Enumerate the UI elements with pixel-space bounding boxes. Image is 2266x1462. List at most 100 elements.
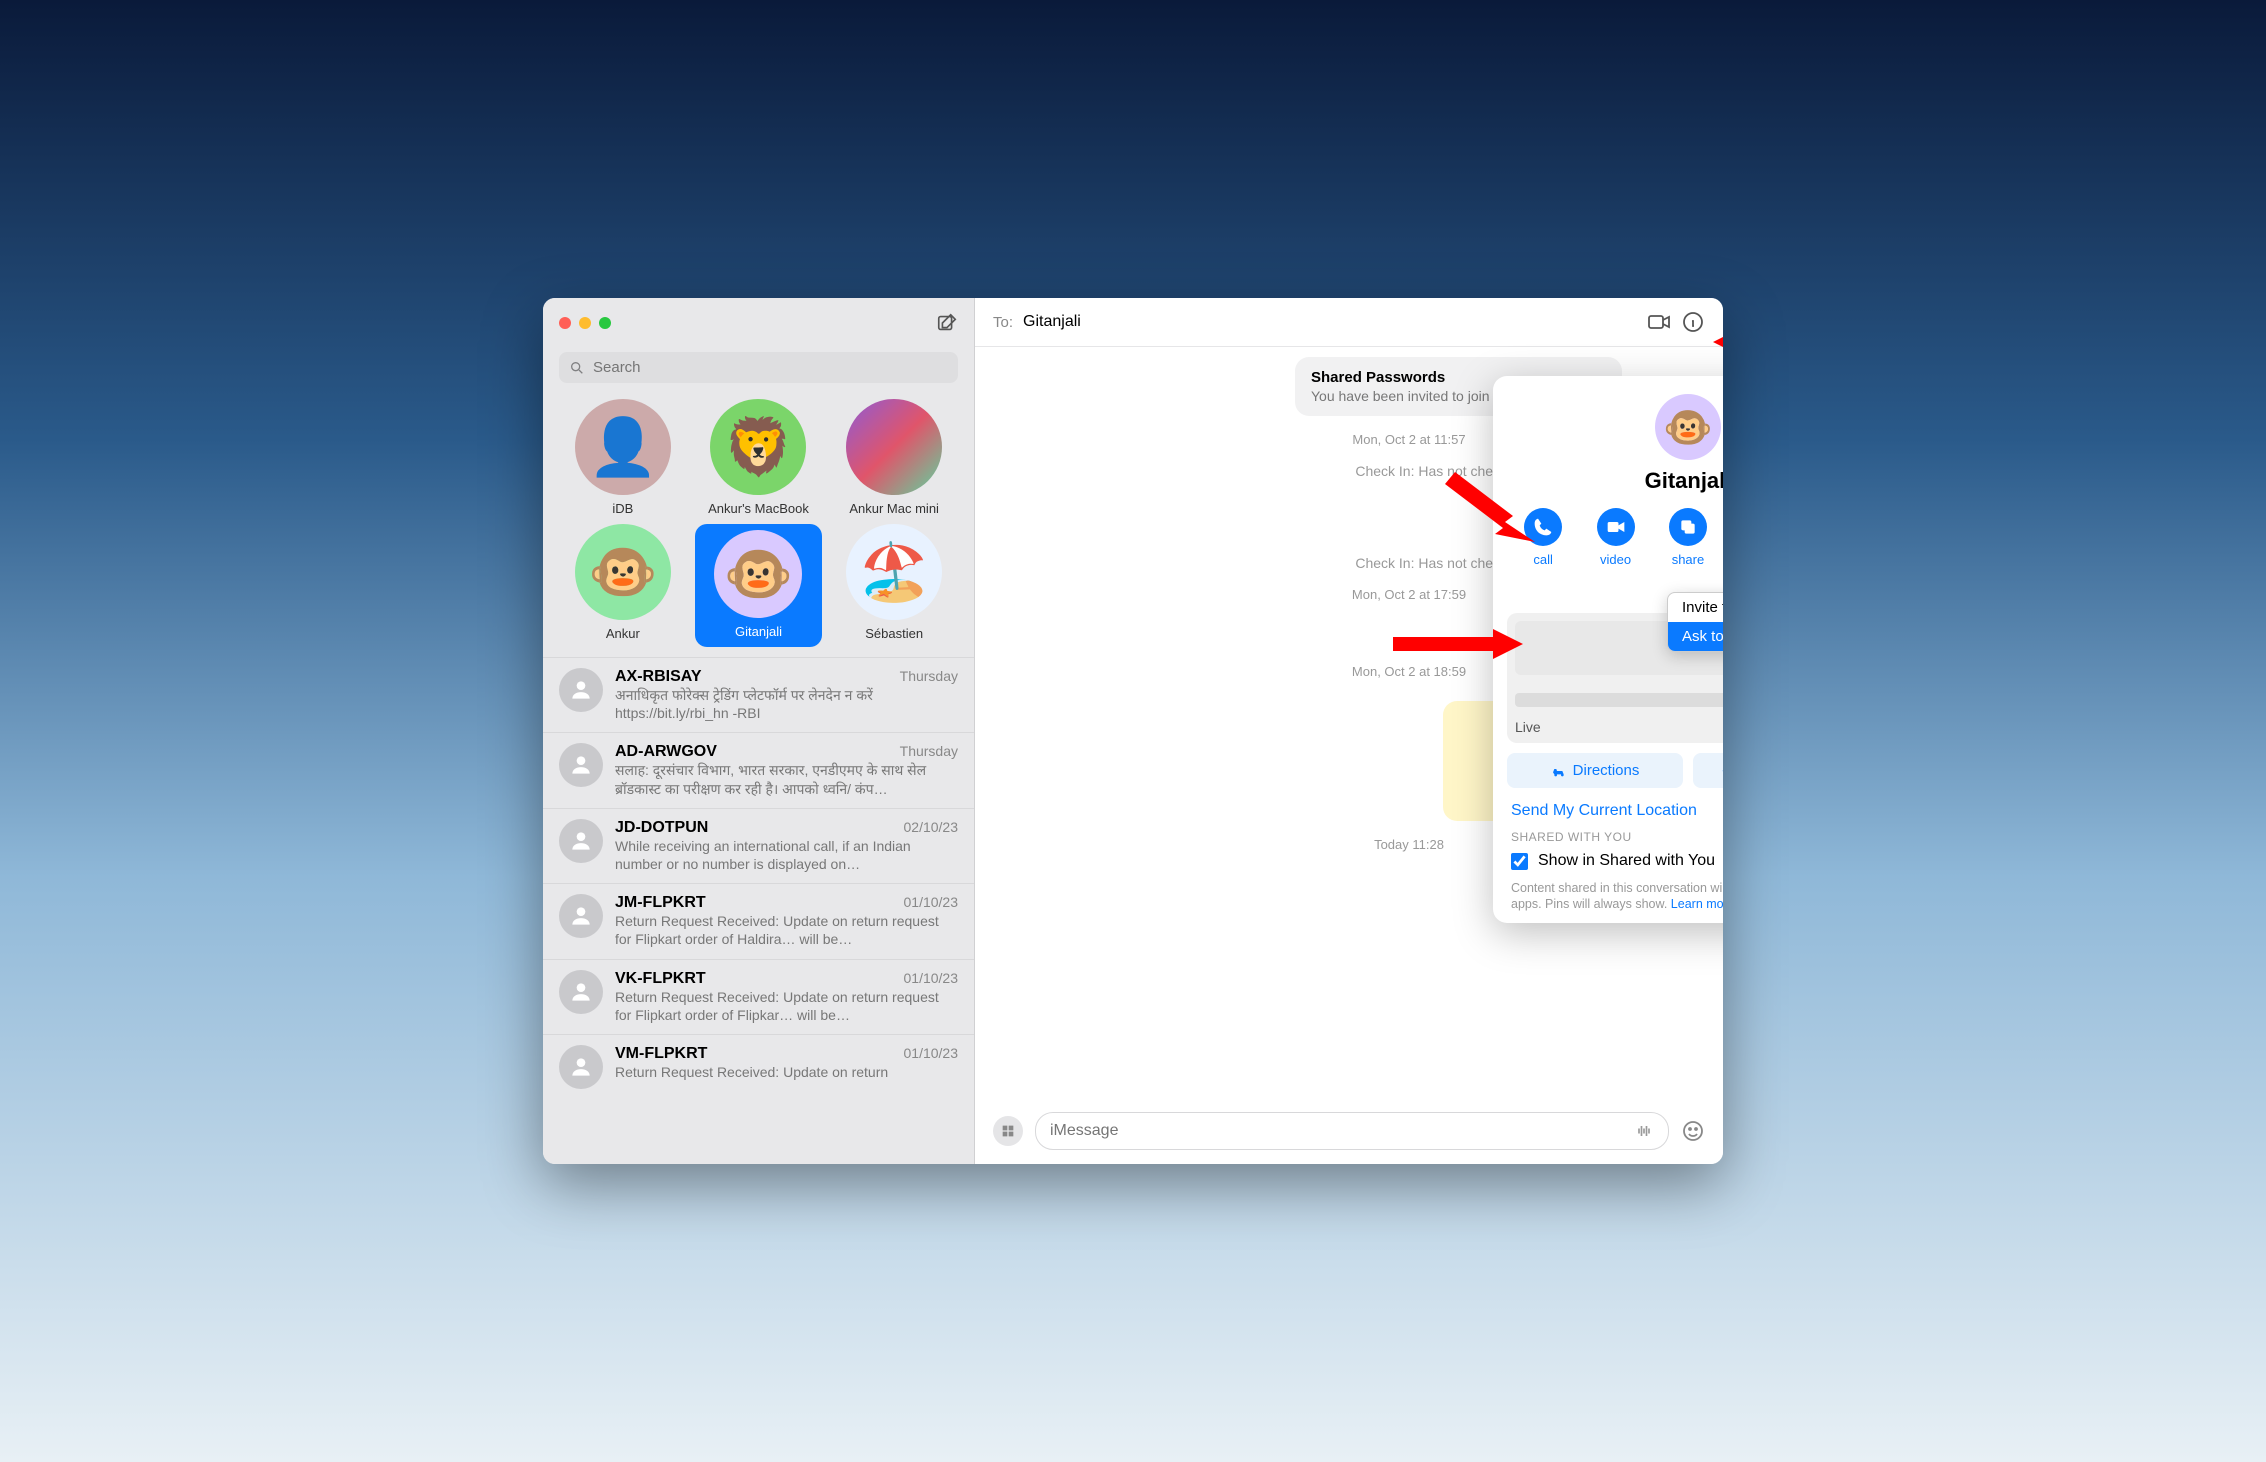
avatar: 🐵 [575,524,671,620]
conversation-date: 01/10/23 [904,1045,959,1061]
info-icon[interactable] [1681,310,1705,334]
pinned-label: Ankur's MacBook [708,501,809,516]
send-current-location[interactable]: Send My Current Location [1511,802,1723,820]
traffic-lights [559,317,611,329]
conversation-name: JM-FLPKRT [615,894,706,912]
pinned-label: Sébastien [865,626,923,641]
search-input[interactable] [593,359,948,376]
directions-button[interactable]: Directions [1507,753,1683,788]
conversation-header: To: Gitanjali [975,298,1723,347]
avatar [846,399,942,495]
to-label: To: [993,314,1013,331]
action-label: share [1672,552,1705,567]
contact-avatar: 🐵 [1655,394,1721,460]
annotation-arrow [1713,322,1723,362]
sidebar: 👤 iDB 🦁 Ankur's MacBook Ankur Mac mini 🐵 An… [543,298,975,1164]
pinned-grid: 👤 iDB 🦁 Ankur's MacBook Ankur Mac mini 🐵 An… [543,395,974,657]
conversation-item[interactable]: JM-FLPKRT 01/10/23 Return Request Received… [543,883,974,958]
conversation-date: 01/10/23 [904,894,959,910]
to-name: Gitanjali [1023,313,1081,331]
pinned-label: Ankur Mac mini [849,501,939,516]
annotation-arrow [1435,472,1535,542]
avatar [559,819,603,863]
avatar [559,970,603,1014]
map-bar [1515,693,1723,707]
conversation-item[interactable]: VK-FLPKRT 01/10/23 Return Request Received… [543,959,974,1034]
emoji-picker-icon[interactable] [1681,1119,1705,1143]
conversation-item[interactable]: AD-ARWGOV Thursday सलाह: दूरसंचार विभाग, भ… [543,732,974,807]
close-button[interactable] [559,317,571,329]
search-icon [569,360,585,376]
conversation-date: 01/10/23 [904,970,959,986]
location-buttons: Directions Share Location [1507,753,1723,788]
minimize-button[interactable] [579,317,591,329]
pinned-contact[interactable]: 🏖️ Sébastien [830,524,958,647]
conversation-name: AD-ARWGOV [615,743,717,761]
compose-icon[interactable] [936,312,958,334]
search-bar[interactable] [559,352,958,383]
message-input[interactable] [1050,1122,1634,1140]
avatar [559,743,603,787]
message-field[interactable] [1035,1112,1669,1150]
conversation-item[interactable]: VM-FLPKRT 01/10/23 Return Request Received… [543,1034,974,1099]
conversation-preview: सलाह: दूरसंचार विभाग, भारत सरकार, एनडीएम… [615,761,958,797]
conversation-name: AX-RBISAY [615,668,702,686]
facetime-icon[interactable] [1647,310,1671,334]
pinned-label: iDB [612,501,633,516]
shared-footer: Content shared in this conversation will… [1511,880,1723,913]
show-in-shared-toggle[interactable]: Show in Shared with You [1511,852,1723,870]
conversation-preview: Return Request Received: Update on retur… [615,988,958,1024]
pinned-contact-selected[interactable]: 🐵 Gitanjali [695,524,823,647]
conversation-preview: While receiving an international call, i… [615,837,958,873]
avatar: 🐵 [714,530,802,618]
conversation-date: Thursday [900,743,958,759]
conversation-preview: Return Request Received: Update on retur… [615,912,958,948]
checkin-status: Check In: Has not checked [1175,555,1522,571]
fullscreen-button[interactable] [599,317,611,329]
avatar: 👤 [575,399,671,495]
compose-bar [975,1102,1723,1164]
conversation-preview: अनाधिकृत फोरेक्स ट्रेडिंग प्लेटफॉर्म पर … [615,686,958,722]
annotation-arrow [1393,624,1523,664]
conversation-pane: To: Gitanjali Shared Passwords You have … [975,298,1723,1164]
conversation-date: 02/10/23 [904,819,959,835]
avatar [559,894,603,938]
pinned-contact[interactable]: 🐵 Ankur [559,524,687,647]
avatar: 🏖️ [846,524,942,620]
video-action[interactable]: video [1597,508,1635,567]
avatar [559,668,603,712]
contact-actions: call video share mail info [1507,508,1723,567]
share-screen-menu: Invite to Share My Screen Ask to Share S… [1667,592,1723,652]
conversation-date: Thursday [900,668,958,684]
conversation-name: JD-DOTPUN [615,819,708,837]
show-in-shared-checkbox[interactable] [1511,853,1528,870]
learn-more-link[interactable]: Learn more [1671,897,1723,911]
action-label: video [1600,552,1631,567]
conversation-item[interactable]: AX-RBISAY Thursday अनाधिकृत फोरेक्स ट्रेडि… [543,657,974,732]
pinned-contact[interactable]: 🦁 Ankur's MacBook [695,399,823,516]
contact-name: Gitanjali [1507,468,1723,494]
live-label: Live [1515,719,1541,735]
titlebar [543,298,974,348]
conversation-preview: Return Request Received: Update on retur… [615,1063,958,1081]
action-label: call [1533,552,1553,567]
pinned-label: Gitanjali [735,624,782,639]
messages-window: 👤 iDB 🦁 Ankur's MacBook Ankur Mac mini 🐵 An… [543,298,1723,1164]
avatar: 🦁 [710,399,806,495]
conversation-name: VK-FLPKRT [615,970,706,988]
conversation-item[interactable]: JD-DOTPUN 02/10/23 While receiving an inte… [543,808,974,883]
audio-message-icon[interactable] [1634,1121,1654,1141]
share-location-button[interactable]: Share Location [1693,753,1723,788]
apps-button[interactable] [993,1116,1023,1146]
pinned-contact[interactable]: 👤 iDB [559,399,687,516]
menu-item-invite-share[interactable]: Invite to Share My Screen [1668,593,1723,622]
pinned-label: Ankur [606,626,640,641]
pinned-contact[interactable]: Ankur Mac mini [830,399,958,516]
shared-with-you-header: SHARED WITH YOU [1511,830,1723,844]
conversation-list[interactable]: AX-RBISAY Thursday अनाधिकृत फोरेक्स ट्रेडि… [543,657,974,1164]
conversation-name: VM-FLPKRT [615,1045,707,1063]
menu-item-ask-share[interactable]: Ask to Share Screen [1668,622,1723,651]
contact-details-popover: 🐵 Gitanjali call video share mail info I… [1493,376,1723,923]
share-action[interactable]: share [1669,508,1707,567]
avatar [559,1045,603,1089]
